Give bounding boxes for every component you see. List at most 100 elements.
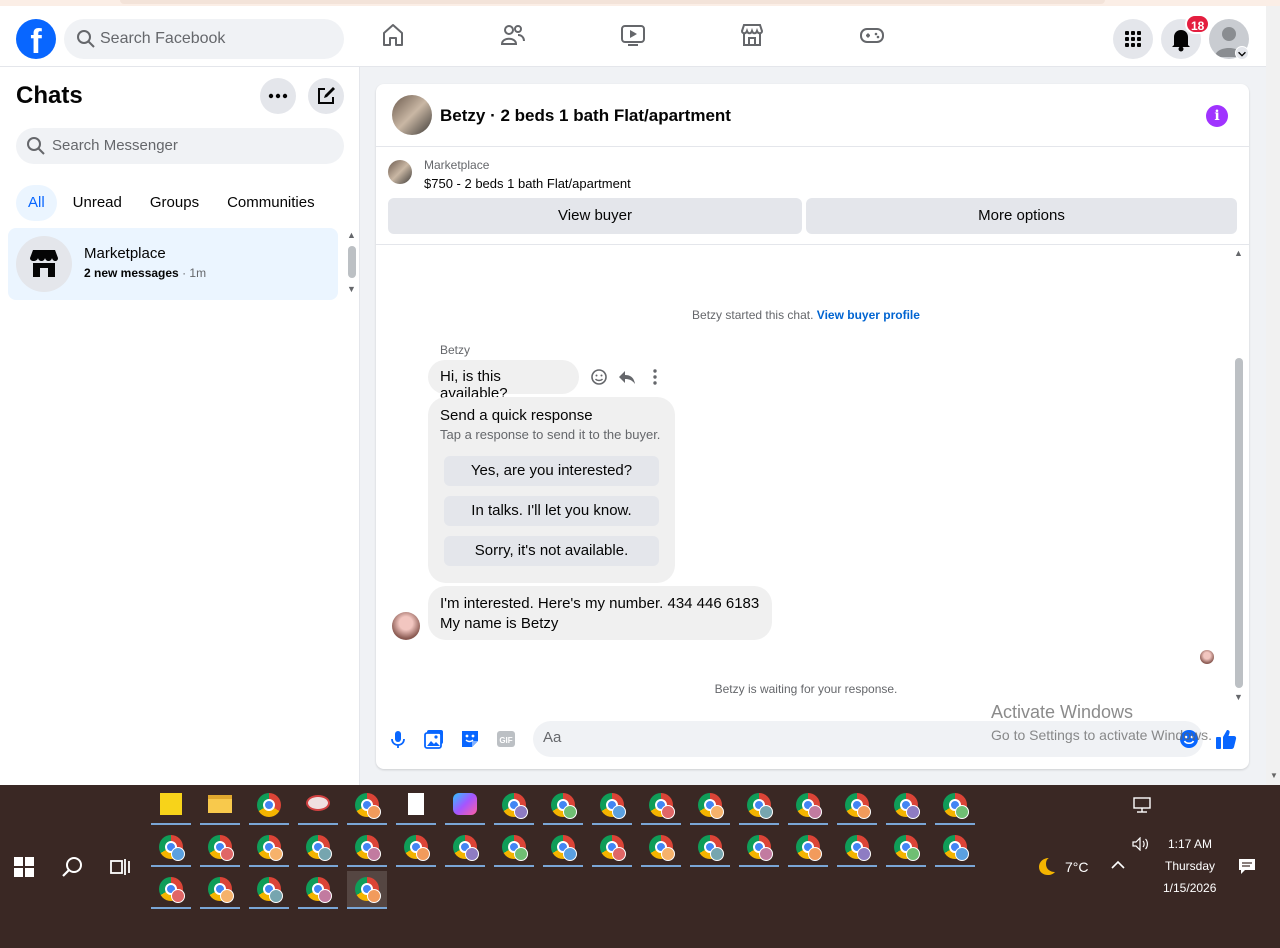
chrome-profile-app-icon[interactable]: [200, 829, 240, 867]
clock-day[interactable]: Thursday: [1165, 859, 1215, 873]
more-vertical-icon[interactable]: [645, 367, 665, 387]
reply-icon[interactable]: [617, 367, 637, 387]
chrome-profile-app-icon[interactable]: [690, 829, 730, 867]
react-emoji-icon[interactable]: [589, 367, 609, 387]
chrome-profile-app-icon[interactable]: [347, 829, 387, 867]
chrome-profile-app-icon[interactable]: [445, 829, 485, 867]
chrome-profile-app-icon[interactable]: [347, 871, 387, 909]
chrome-profile-app-icon[interactable]: [249, 829, 289, 867]
clock-time[interactable]: 1:17 AM: [1168, 837, 1212, 851]
conversation-scrollbar[interactable]: ▲ ▼: [1233, 248, 1245, 708]
chrome-app-icon[interactable]: [249, 787, 289, 825]
windows-start-icon[interactable]: [14, 857, 34, 877]
chrome-profile-app-icon[interactable]: [347, 787, 387, 825]
task-view-icon[interactable]: [108, 855, 132, 879]
chrome-profile-app-icon[interactable]: [298, 829, 338, 867]
microphone-icon[interactable]: [387, 728, 409, 750]
scroll-thumb[interactable]: [1235, 358, 1243, 688]
chrome-profile-app-icon[interactable]: [494, 829, 534, 867]
menu-grid-button[interactable]: [1113, 19, 1153, 59]
notepad-app-icon[interactable]: [396, 787, 436, 825]
paint-app-icon[interactable]: [298, 787, 338, 825]
quick-response-talks-button[interactable]: In talks. I'll let you know.: [444, 496, 659, 526]
chrome-profile-app-icon[interactable]: [494, 787, 534, 825]
chrome-profile-app-icon[interactable]: [592, 787, 632, 825]
message-bubble[interactable]: Hi, is this available?: [428, 360, 579, 402]
tab-communities[interactable]: Communities: [215, 185, 327, 221]
quick-response-yes-button[interactable]: Yes, are you interested?: [444, 456, 659, 486]
file-explorer-app-icon[interactable]: [200, 787, 240, 825]
scroll-down-arrow-icon[interactable]: ▼: [347, 284, 356, 294]
chrome-profile-app-icon[interactable]: [592, 829, 632, 867]
chrome-profile-app-icon[interactable]: [886, 787, 926, 825]
search-facebook-field[interactable]: Search Facebook: [64, 19, 344, 59]
chrome-profile-app-icon[interactable]: [837, 787, 877, 825]
temperature[interactable]: 7°C: [1065, 859, 1089, 875]
scroll-up-arrow-icon[interactable]: ▲: [1234, 248, 1243, 258]
new-message-button[interactable]: [308, 78, 344, 114]
chrome-profile-app-icon[interactable]: [739, 829, 779, 867]
notification-center-icon[interactable]: [1238, 857, 1256, 875]
listing-avatar[interactable]: [392, 95, 432, 135]
chrome-profile-app-icon[interactable]: [641, 829, 681, 867]
chrome-profile-app-icon[interactable]: [396, 829, 436, 867]
chrome-profile-app-icon[interactable]: [200, 871, 240, 909]
volume-icon[interactable]: [1132, 837, 1150, 851]
conversation-title[interactable]: Betzy · 2 beds 1 bath Flat/apartment: [440, 106, 731, 126]
window-scrollbar[interactable]: ▼: [1266, 6, 1280, 785]
scroll-up-arrow-icon[interactable]: ▲: [347, 230, 356, 240]
chrome-profile-app-icon[interactable]: [690, 787, 730, 825]
network-icon[interactable]: [1133, 797, 1151, 813]
home-icon[interactable]: [380, 22, 406, 48]
chrome-profile-app-icon[interactable]: [788, 787, 828, 825]
chrome-profile-app-icon[interactable]: [886, 829, 926, 867]
more-options-button[interactable]: More options: [806, 198, 1237, 234]
tab-all[interactable]: All: [16, 185, 57, 221]
listing-thumbnail[interactable]: [388, 160, 412, 184]
message-bubble[interactable]: I'm interested. Here's my number. 434 44…: [428, 586, 772, 640]
gaming-icon[interactable]: [859, 22, 885, 48]
chrome-profile-app-icon[interactable]: [935, 787, 975, 825]
chrome-profile-app-icon[interactable]: [543, 787, 583, 825]
view-buyer-profile-link[interactable]: View buyer profile: [817, 308, 920, 322]
chrome-profile-app-icon[interactable]: [249, 871, 289, 909]
weather-moon-icon[interactable]: [1034, 855, 1056, 877]
gif-icon[interactable]: GIF: [495, 728, 517, 750]
sticky-notes-app-icon[interactable]: [151, 787, 191, 825]
account-chevron-button[interactable]: [1235, 46, 1249, 60]
chrome-profile-app-icon[interactable]: [837, 829, 877, 867]
tab-unread[interactable]: Unread: [61, 185, 134, 221]
taskbar-search-icon[interactable]: [61, 855, 85, 879]
listing-description[interactable]: $750 - 2 beds 1 bath Flat/apartment: [424, 176, 631, 191]
chrome-profile-app-icon[interactable]: [739, 787, 779, 825]
search-messenger-field[interactable]: Search Messenger: [16, 128, 344, 164]
view-buyer-button[interactable]: View buyer: [388, 198, 802, 234]
sticker-icon[interactable]: [459, 728, 481, 750]
video-icon[interactable]: [620, 22, 646, 48]
chevron-up-icon[interactable]: [1111, 859, 1125, 871]
chat-list-item-marketplace[interactable]: Marketplace 2 new messages · 1m: [8, 228, 338, 300]
scroll-down-arrow-icon[interactable]: ▼: [1234, 692, 1243, 702]
chat-options-button[interactable]: [260, 78, 296, 114]
photo-icon[interactable]: [423, 728, 445, 750]
marketplace-icon[interactable]: [739, 22, 765, 48]
facebook-logo-icon[interactable]: f: [16, 19, 56, 59]
chrome-profile-app-icon[interactable]: [788, 829, 828, 867]
scroll-thumb[interactable]: [348, 246, 356, 278]
friends-icon[interactable]: [500, 22, 526, 48]
info-icon[interactable]: i: [1206, 105, 1228, 127]
chrome-profile-app-icon[interactable]: [298, 871, 338, 909]
chrome-profile-app-icon[interactable]: [543, 829, 583, 867]
tab-groups[interactable]: Groups: [138, 185, 211, 221]
chat-list-scrollbar[interactable]: ▲ ▼: [346, 230, 358, 298]
copilot-app-icon[interactable]: [445, 787, 485, 825]
thumbs-up-icon[interactable]: [1214, 727, 1238, 751]
chrome-profile-app-icon[interactable]: [151, 829, 191, 867]
quick-response-unavailable-button[interactable]: Sorry, it's not available.: [444, 536, 659, 566]
chrome-profile-app-icon[interactable]: [151, 871, 191, 909]
chrome-profile-app-icon[interactable]: [935, 829, 975, 867]
chrome-profile-app-icon[interactable]: [641, 787, 681, 825]
clock-date[interactable]: 1/15/2026: [1163, 881, 1216, 895]
scroll-down-arrow-icon[interactable]: ▼: [1270, 771, 1278, 780]
sender-avatar[interactable]: [392, 612, 420, 640]
